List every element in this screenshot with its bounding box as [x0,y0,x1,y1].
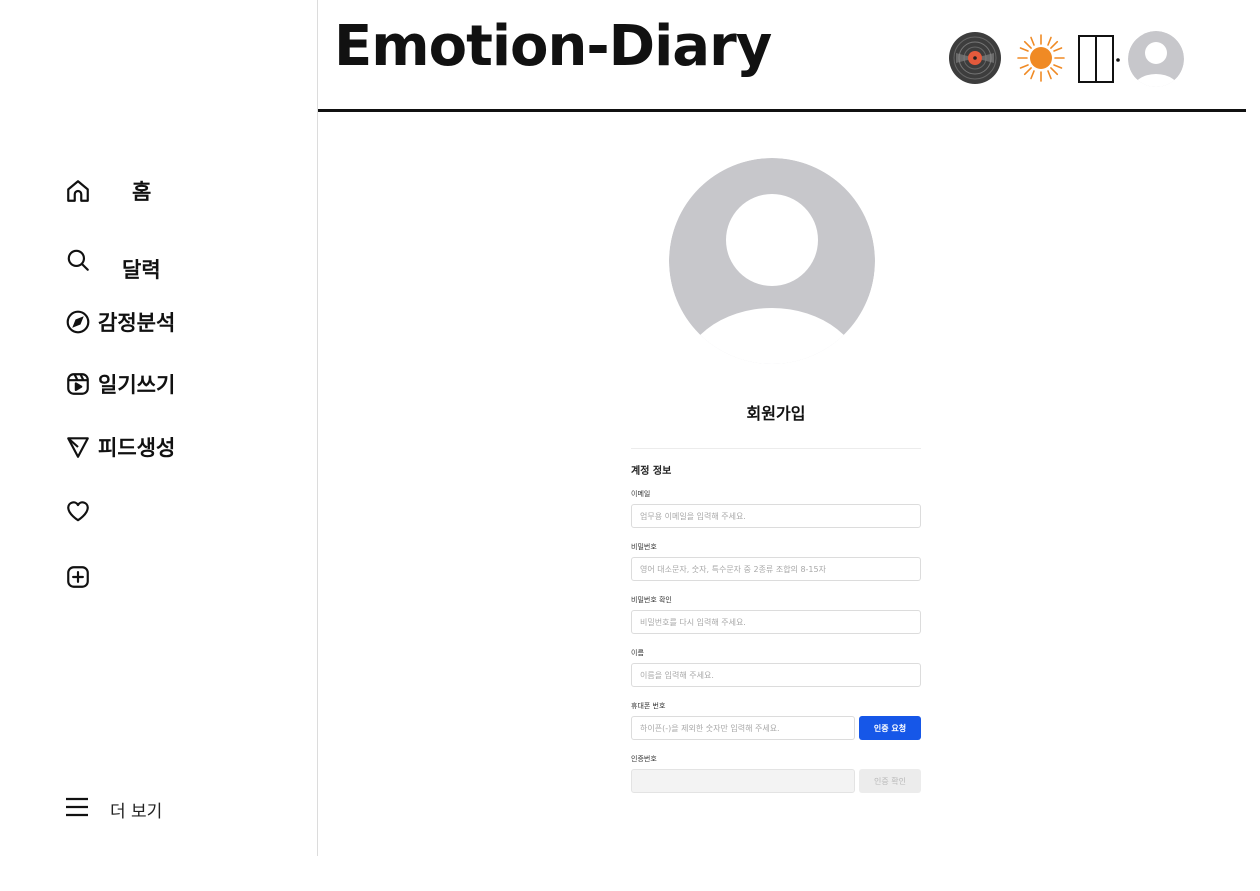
verification-code-field[interactable] [631,769,855,793]
password-confirm-field[interactable] [631,610,921,634]
phone-label: 휴대폰 번호 [631,702,666,710]
compass-icon [64,308,92,336]
home-icon [64,177,92,205]
email-field[interactable] [631,504,921,528]
email-label: 이메일 [631,490,651,498]
top-header: Emotion-Diary [318,0,1260,112]
send-icon [64,433,92,461]
password-confirm-label: 비밀번호 확인 [631,596,672,604]
hamburger-icon [64,796,90,822]
section-title: 계정 정보 [631,466,672,477]
sidebar-item-create-feed[interactable]: 피드생성 [64,432,175,462]
page-title: 회원가입 [746,404,806,423]
request-verification-button[interactable]: 인증 요청 [859,716,921,740]
phone-field[interactable] [631,716,855,740]
user-avatar-icon[interactable] [1128,31,1184,91]
confirm-verification-button[interactable]: 인증 확인 [859,769,921,793]
app-logo[interactable]: Emotion-Diary [334,14,772,79]
password-field[interactable] [631,557,921,581]
sidebar-item-label: 일기쓰기 [98,373,176,397]
name-field[interactable] [631,663,921,687]
sidebar-item-label: 감정분석 [98,311,176,335]
user-avatar-icon [669,158,875,364]
verification-code-label: 인증번호 [631,755,657,763]
form-divider [631,448,921,449]
sidebar-item-label: 피드생성 [98,436,176,460]
sidebar-item-label: 홈 [132,180,152,204]
sidebar-item-emotion-analysis[interactable]: 감정분석 [64,307,175,337]
sidebar-item-create[interactable] [64,563,92,591]
sidebar-item-label: 달력 [122,258,161,282]
sidebar-item-write-diary[interactable]: 일기쓰기 [64,369,175,399]
sidebar-item-calendar[interactable]: 달력 [64,242,161,284]
reels-icon [64,370,92,398]
name-label: 이름 [631,649,644,657]
sidebar-item-notifications[interactable] [64,497,92,525]
door-icon[interactable] [1076,34,1122,88]
more-label: 더 보기 [110,801,163,822]
sidebar: 홈 달력 감정분석 일기쓰기 피드생성 더 보기 [0,0,318,856]
password-label: 비밀번호 [631,543,657,551]
profile-avatar[interactable] [669,158,875,364]
header-divider [318,109,1246,112]
plus-square-icon [64,563,92,591]
sun-icon[interactable] [1016,33,1066,87]
more-menu-button[interactable]: 더 보기 [64,796,162,822]
vinyl-record-icon[interactable] [948,31,1002,89]
search-icon [64,246,92,274]
sidebar-item-home[interactable]: 홈 [64,176,151,206]
heart-icon [64,497,92,525]
